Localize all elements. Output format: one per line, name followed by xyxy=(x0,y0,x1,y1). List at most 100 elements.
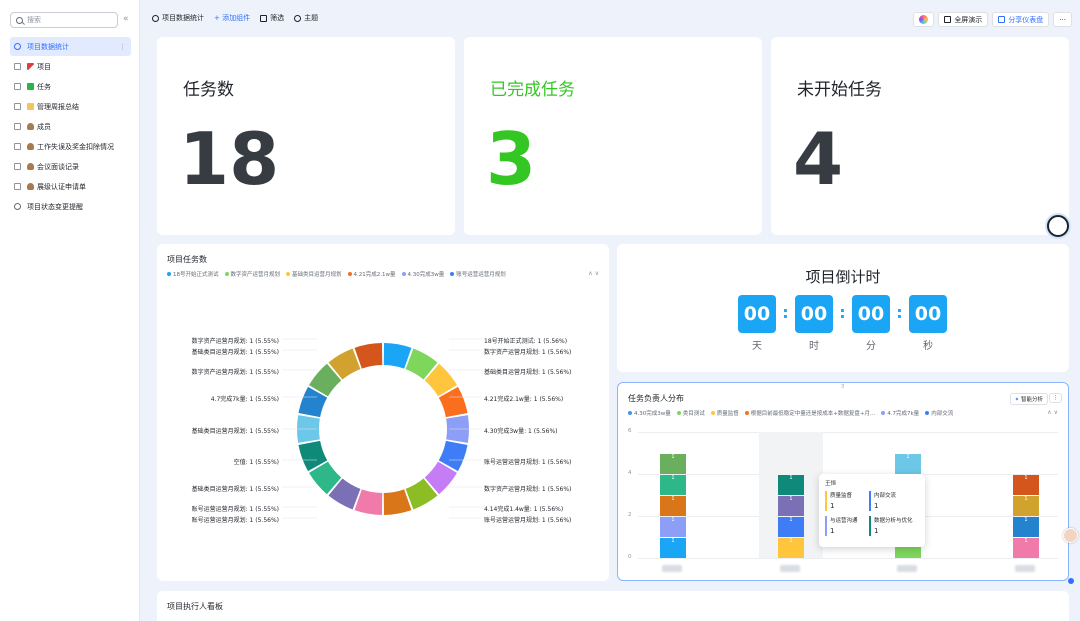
more-button[interactable]: ··· xyxy=(1053,12,1072,27)
sidebar-item-label: 管理周报总结 xyxy=(37,102,79,111)
bar-segment[interactable]: 1 xyxy=(660,516,686,537)
gridline xyxy=(638,432,1058,433)
completed-tasks-card[interactable]: 已完成任务 3 xyxy=(464,37,762,235)
filter-label: 筛选 xyxy=(270,14,285,22)
table-icon xyxy=(14,163,21,170)
project-task-count-card[interactable]: 项目任务数 18号开始正式测试 数字资产运营月规划 基础类目运营月规划 4.21完成2… xyxy=(157,244,609,581)
sidebar-item-members[interactable]: 成员 xyxy=(10,117,131,136)
tooltip-item: 与运营沟通 1 xyxy=(825,516,858,536)
tooltip-value: 1 xyxy=(874,527,879,535)
countdown-value: 00 xyxy=(909,295,947,333)
chart-tooltip: 王恒 质量监督 1 内部交流 1 与运营沟通 1 数据分析与优化 1 xyxy=(819,474,925,547)
countdown-row: 00 天 : 00 时 : 00 分 : 00 秒 xyxy=(738,295,947,352)
ai-swirl-icon xyxy=(919,15,929,24)
countdown-value: 00 xyxy=(738,295,776,333)
share-label: 分享仪表盘 xyxy=(1008,15,1044,24)
bar-segment[interactable]: 1 xyxy=(778,495,804,516)
countdown-days: 00 天 xyxy=(738,295,776,352)
bar-segment[interactable]: 1 xyxy=(778,516,804,537)
bar-segment[interactable]: 1 xyxy=(778,474,804,495)
tooltip-value: 1 xyxy=(830,502,835,510)
total-tasks-card[interactable]: 任务数 18 xyxy=(157,37,455,235)
not-started-tasks-card[interactable]: 未开始任务 4 xyxy=(771,37,1069,237)
filter-button[interactable]: 筛选 xyxy=(260,13,284,23)
stat-value: 18 xyxy=(179,117,280,201)
countdown-unit: 分 xyxy=(866,341,876,352)
more-icon[interactable]: ⋮ xyxy=(119,43,126,51)
collapse-sidebar-icon[interactable]: « xyxy=(123,14,129,24)
add-widget-button[interactable]: + 添加组件 xyxy=(214,13,250,23)
table-icon xyxy=(14,103,21,110)
tooltip-value: 1 xyxy=(874,502,879,510)
sidebar-item-dashboard[interactable]: 项目数据统计 ⋮ xyxy=(10,37,131,56)
bar-segment[interactable]: 1 xyxy=(1013,474,1039,495)
countdown-hours: 00 时 xyxy=(795,295,833,352)
sidebar: 搜索 « 项目数据统计 ⋮ 项目 任务 管理周报总结 成员 工作失误及奖金扣除情… xyxy=(0,0,140,621)
bar-segment[interactable]: 1 xyxy=(660,537,686,558)
flag-icon xyxy=(27,63,34,70)
tooltip-label: 数据分析与优化 xyxy=(874,518,913,524)
countdown-value: 00 xyxy=(852,295,890,333)
resize-handle[interactable] xyxy=(1068,578,1074,584)
theme-button[interactable]: 主题 xyxy=(294,13,318,23)
executor-board-card[interactable]: 项目执行人看板 xyxy=(157,591,1069,621)
bar-segment[interactable]: 1 xyxy=(895,453,921,474)
tooltip-item: 数据分析与优化 1 xyxy=(869,516,913,536)
sidebar-item-status-reminder[interactable]: 项目状态变更提醒 xyxy=(10,197,131,216)
screen-icon xyxy=(944,16,952,23)
bar-segment[interactable]: 1 xyxy=(660,495,686,516)
sidebar-item-mistakes[interactable]: 工作失误及奖金扣除情况 xyxy=(10,137,131,156)
y-tick-label: 6 xyxy=(628,428,632,434)
ai-assistant-button[interactable] xyxy=(913,12,935,27)
stat-value: 4 xyxy=(793,117,844,201)
filter-icon xyxy=(260,14,268,22)
gridline xyxy=(638,558,1058,559)
sidebar-item-label: 工作失误及奖金扣除情况 xyxy=(37,142,114,151)
sidebar-item-projects[interactable]: 项目 xyxy=(10,57,131,76)
x-axis-label-redacted xyxy=(780,565,800,572)
sidebar-item-label: 会议面谈记录 xyxy=(37,162,79,171)
bar-segment[interactable]: 1 xyxy=(660,453,686,474)
search-input[interactable]: 搜索 xyxy=(10,12,118,28)
bar-segment[interactable]: 1 xyxy=(660,474,686,495)
fullscreen-button[interactable]: 全屏演示 xyxy=(938,12,989,27)
x-axis-label-redacted xyxy=(662,565,682,572)
sidebar-item-tasks[interactable]: 任务 xyxy=(10,77,131,96)
countdown-card[interactable]: 项目倒计时 00 天 : 00 时 : 00 分 : 00 秒 xyxy=(617,244,1069,372)
bar-segment[interactable]: 1 xyxy=(1013,495,1039,516)
add-widget-label: + 添加组件 xyxy=(214,14,251,22)
tooltip-color-bar xyxy=(869,516,871,536)
table-icon xyxy=(14,63,21,70)
sidebar-item-meetings[interactable]: 会议面谈记录 xyxy=(10,157,131,176)
assignee-distribution-card[interactable]: ⠿ 任务负责人分布 ✦ 智能分析 ⋮ 4.30完成3w量 类目测试 质量监督 根据目前… xyxy=(617,382,1074,584)
table-icon xyxy=(14,123,21,130)
y-tick-label: 2 xyxy=(628,512,632,518)
dashboard-icon xyxy=(14,43,21,50)
person-icon xyxy=(27,123,34,130)
person-icon xyxy=(27,163,34,170)
palette-icon xyxy=(294,14,302,22)
stacked-bar-chart: 6420111111111111111111王恒质量监督1内部交流1与运营沟通1… xyxy=(618,383,1070,582)
share-dashboard-button[interactable]: 分享仪表盘 xyxy=(992,12,1050,27)
sidebar-item-certification[interactable]: 展级认证申请单 xyxy=(10,177,131,196)
tooltip-value: 1 xyxy=(830,527,835,535)
bar-segment[interactable]: 1 xyxy=(1013,516,1039,537)
more-icon: ··· xyxy=(1059,15,1066,24)
y-tick-label: 4 xyxy=(628,470,632,476)
tooltip-color-bar xyxy=(869,491,871,511)
bar-segment[interactable]: 1 xyxy=(1013,537,1039,558)
x-axis-label-redacted xyxy=(1015,565,1035,572)
sidebar-item-weekly-report[interactable]: 管理周报总结 xyxy=(10,97,131,116)
bar-segment[interactable]: 1 xyxy=(778,537,804,558)
sidebar-item-label: 项目状态变更提醒 xyxy=(27,202,83,211)
stat-title: 已完成任务 xyxy=(490,80,575,100)
countdown-minutes: 00 分 xyxy=(852,295,890,352)
countdown-separator: : xyxy=(896,303,903,322)
memo-icon xyxy=(27,103,34,110)
stat-title: 未开始任务 xyxy=(797,80,882,100)
person-icon xyxy=(27,183,34,190)
dashboard-title: 项目数据统计 xyxy=(152,13,204,23)
assistant-fab-icon[interactable] xyxy=(1047,215,1069,237)
table-icon xyxy=(14,83,21,90)
user-avatar[interactable] xyxy=(1063,528,1078,543)
